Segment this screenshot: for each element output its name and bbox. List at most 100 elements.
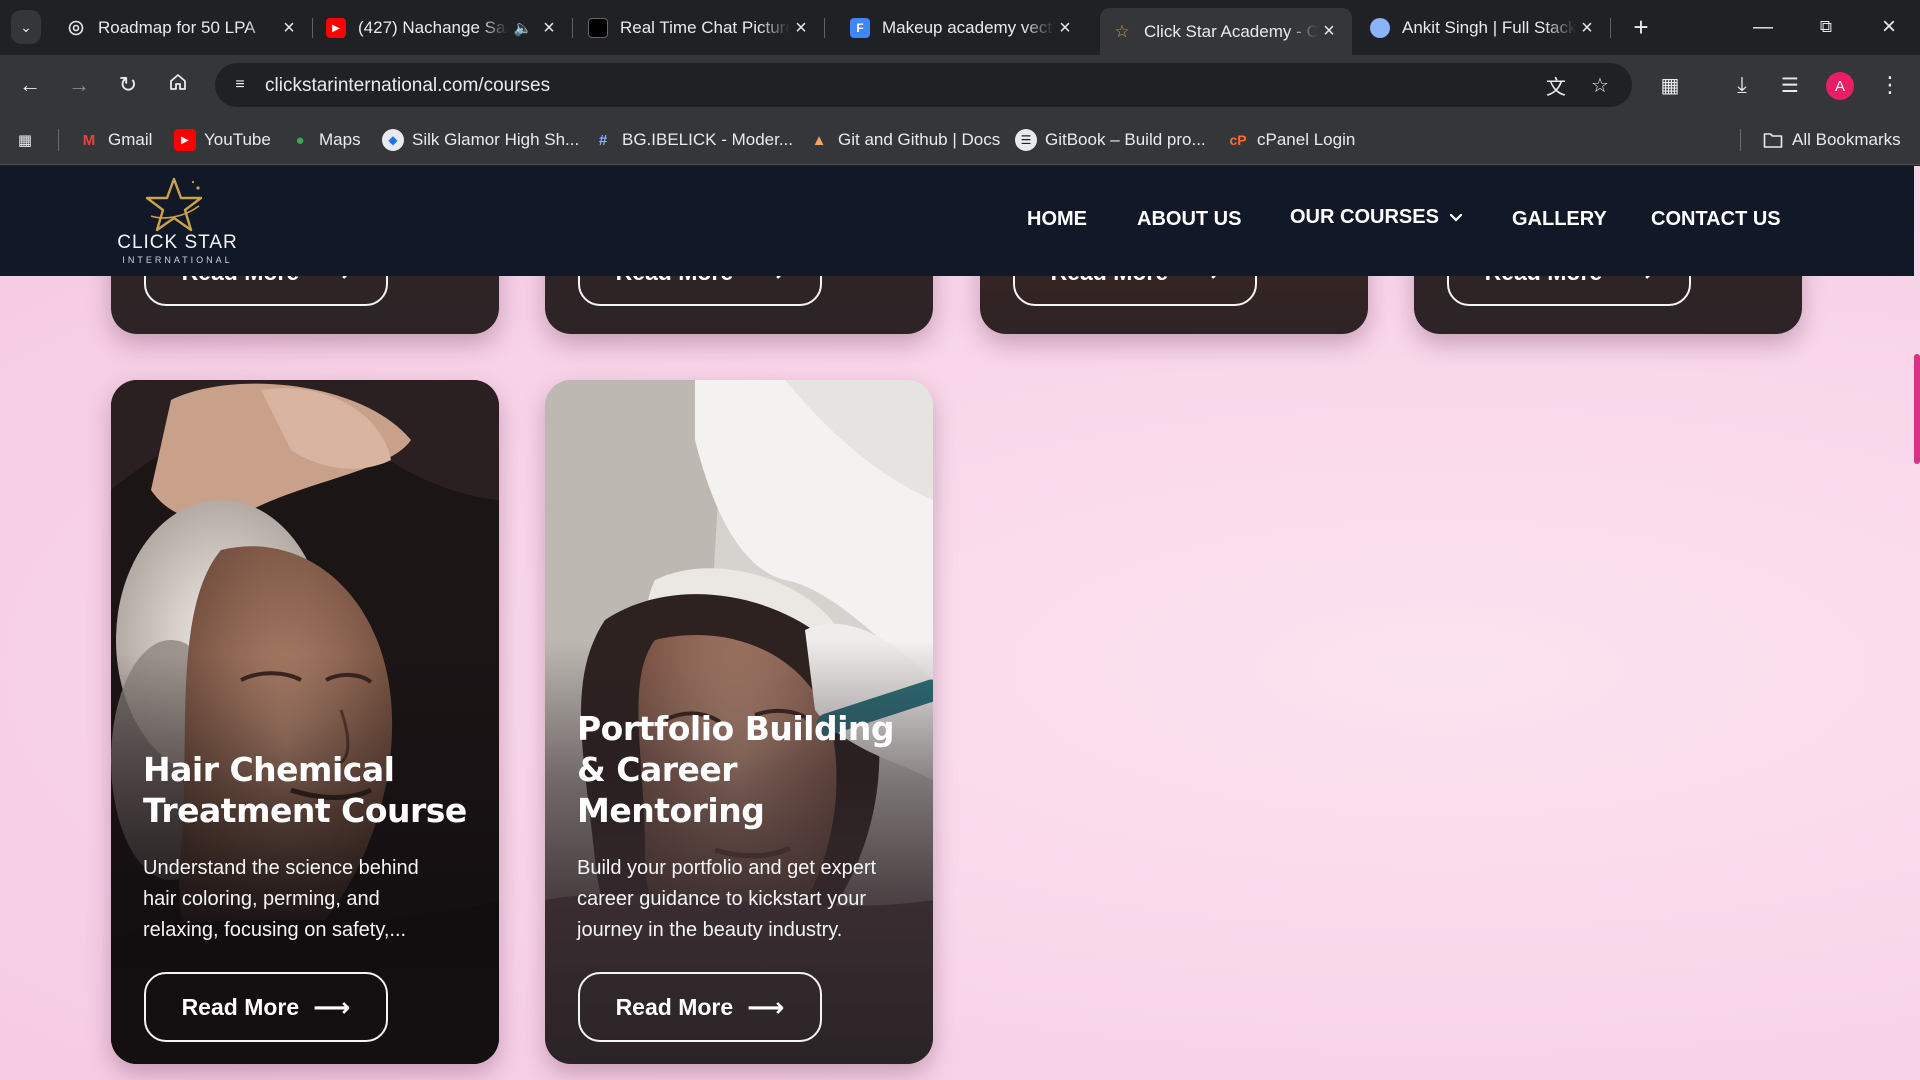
bookmark-cpanel[interactable]: cP cPanel Login	[1227, 127, 1355, 153]
close-icon[interactable]: ×	[538, 17, 560, 40]
youtube-icon: ▶	[326, 18, 346, 38]
url-text[interactable]: clickstarinternational.com/courses	[265, 75, 550, 97]
site-info-icon[interactable]: ≡	[225, 70, 255, 100]
silk-icon: ◆	[382, 129, 404, 151]
restore-icon: ⧉	[1819, 17, 1833, 36]
close-icon[interactable]: ×	[1576, 17, 1598, 40]
apps-grid-icon: ▦	[17, 132, 33, 149]
read-more-button[interactable]: Read More ⟶	[578, 972, 822, 1042]
close-window-button[interactable]: ×	[1859, 8, 1919, 46]
home-icon	[168, 72, 188, 98]
puzzle-icon: ▦	[1660, 74, 1680, 97]
speaker-icon[interactable]: 🔈	[508, 19, 538, 37]
tab-ankit-singh[interactable]: Ankit Singh | Full Stack ×	[1358, 8, 1611, 48]
bookmark-label: BG.IBELICK - Moder...	[622, 130, 794, 149]
scrollbar-thumb[interactable]	[1914, 354, 1920, 464]
downloads-button[interactable]: ⤓	[1724, 67, 1760, 103]
restore-button[interactable]: ⧉	[1796, 8, 1856, 46]
all-bookmarks-button[interactable]: All Bookmarks	[1762, 127, 1901, 153]
bookmark-label: cPanel Login	[1257, 130, 1356, 149]
gmail-icon: M	[82, 131, 96, 149]
nav-contact-us[interactable]: CONTACT US	[1651, 208, 1781, 231]
briefcase-icon	[1370, 18, 1390, 38]
forward-button[interactable]: →	[61, 67, 97, 103]
minimize-button[interactable]: —	[1733, 8, 1793, 46]
playlist-icon: ☰	[1781, 74, 1799, 97]
arrow-right-icon: ⟶	[313, 991, 351, 1022]
bookmark-silk-glamor[interactable]: ◆ Silk Glamor High Sh...	[382, 127, 579, 153]
arrow-right-icon: ⟶	[747, 991, 785, 1022]
address-bar[interactable]: ≡ clickstarinternational.com/courses 文 ☆	[215, 63, 1632, 107]
reload-icon: ↻	[118, 72, 138, 97]
translate-icon[interactable]: 文	[1542, 71, 1570, 99]
home-button[interactable]	[160, 67, 196, 103]
page-viewport[interactable]: Read More ⟶ Read More ⟶ Read More ⟶ Read…	[0, 166, 1920, 1080]
apps-button[interactable]: ▦	[14, 127, 44, 153]
close-icon[interactable]: ×	[1318, 20, 1340, 43]
close-icon[interactable]: ×	[1054, 17, 1076, 40]
bookmark-star-icon[interactable]: ☆	[1586, 71, 1614, 99]
logo-wordmark: CLICK STAR	[117, 232, 238, 253]
bookmark-maps[interactable]: ● Maps	[289, 127, 361, 153]
bookmark-youtube[interactable]: ▶ YouTube	[174, 127, 271, 153]
browser-tab-strip: ⌄ Roadmap for 50 LPA × ▶ (427) Nachange …	[0, 0, 1920, 55]
kebab-menu-icon: ⋮	[1879, 72, 1901, 97]
nav-home[interactable]: HOME	[1027, 208, 1087, 231]
nav-label: GALLERY	[1512, 208, 1607, 230]
close-icon[interactable]: ×	[790, 17, 812, 40]
tab-makeup-academy[interactable]: F Makeup academy vector ×	[838, 8, 1088, 48]
star-icon: ☆	[1114, 21, 1130, 41]
nav-our-courses[interactable]: OUR COURSES	[1290, 206, 1463, 229]
cpanel-icon: cP	[1229, 132, 1247, 148]
nav-label: CONTACT US	[1651, 208, 1781, 230]
tab-title: Makeup academy vector	[882, 18, 1054, 37]
course-description: Understand the science behind hair color…	[143, 857, 419, 941]
tab-title: (427) Nachange Saare	[358, 18, 508, 37]
bookmark-label: GitBook – Build pro...	[1045, 130, 1206, 149]
bookmark-label: Silk Glamor High Sh...	[412, 130, 580, 149]
read-more-button[interactable]: Read More ⟶	[144, 972, 388, 1042]
chevron-down-icon: ⌄	[20, 18, 32, 35]
profile-avatar[interactable]: A	[1826, 72, 1854, 100]
gitbook-icon: ☰	[1015, 129, 1037, 151]
bookmark-bg-ibelick[interactable]: # BG.IBELICK - Moder...	[592, 127, 793, 153]
bookmark-label: YouTube	[204, 130, 271, 149]
bookmark-git-github[interactable]: ▲ Git and Github | Docs	[808, 127, 1001, 153]
extensions-button[interactable]: ▦	[1652, 67, 1688, 103]
bookmark-gitbook[interactable]: ☰ GitBook – Build pro...	[1015, 127, 1206, 153]
tab-chat-picture[interactable]: Real Time Chat Picture ×	[576, 8, 825, 48]
openai-icon	[66, 18, 86, 38]
course-card-hair-chemical: Hair Chemical Treatment Course Understan…	[111, 380, 499, 1064]
arrow-left-icon: ←	[19, 72, 41, 97]
media-controls-button[interactable]: ☰	[1772, 67, 1808, 103]
bookmark-gmail[interactable]: M Gmail	[78, 127, 153, 153]
nav-about-us[interactable]: ABOUT US	[1137, 208, 1241, 231]
back-button[interactable]: ←	[12, 67, 48, 103]
tab-click-star[interactable]: ☆ Click Star Academy - Courses ×	[1100, 8, 1352, 55]
course-title: Portfolio Building & Career Mentoring	[577, 709, 895, 830]
new-tab-button[interactable]: +	[1626, 12, 1656, 42]
nav-label: HOME	[1027, 208, 1087, 230]
tab-title: Real Time Chat Picture	[620, 18, 790, 37]
tab-title: Click Star Academy - Courses	[1144, 21, 1318, 41]
bookmark-label: Maps	[319, 130, 361, 149]
tab-title: Ankit Singh | Full Stack	[1402, 18, 1576, 37]
button-label: Read More	[181, 993, 300, 1020]
button-label: Read More	[615, 993, 734, 1020]
tab-search-button[interactable]: ⌄	[11, 10, 41, 44]
nav-gallery[interactable]: GALLERY	[1512, 208, 1607, 231]
bookmark-label: Git and Github | Docs	[838, 130, 1001, 149]
menu-button[interactable]: ⋮	[1872, 67, 1908, 103]
browser-toolbar: ← → ↻ ≡ clickstarinternational.com/cours…	[0, 55, 1920, 115]
page-scrollbar[interactable]	[1914, 166, 1920, 1080]
tab-roadmap[interactable]: Roadmap for 50 LPA ×	[54, 8, 313, 48]
reload-button[interactable]: ↻	[110, 67, 146, 103]
youtube-icon: ▶	[174, 129, 196, 151]
site-header: CLICK STAR INTERNATIONAL HOME ABOUT US O…	[0, 166, 1914, 276]
arrow-right-icon: →	[68, 72, 90, 97]
site-logo[interactable]: CLICK STAR INTERNATIONAL	[115, 176, 240, 266]
bookmarks-bar: ▦ M Gmail ▶ YouTube ● Maps ◆ Silk Glamor…	[0, 115, 1920, 165]
tab-youtube[interactable]: ▶ (427) Nachange Saare 🔈 ×	[314, 8, 573, 48]
close-icon[interactable]: ×	[278, 17, 300, 40]
tab-title: Roadmap for 50 LPA	[98, 18, 256, 37]
